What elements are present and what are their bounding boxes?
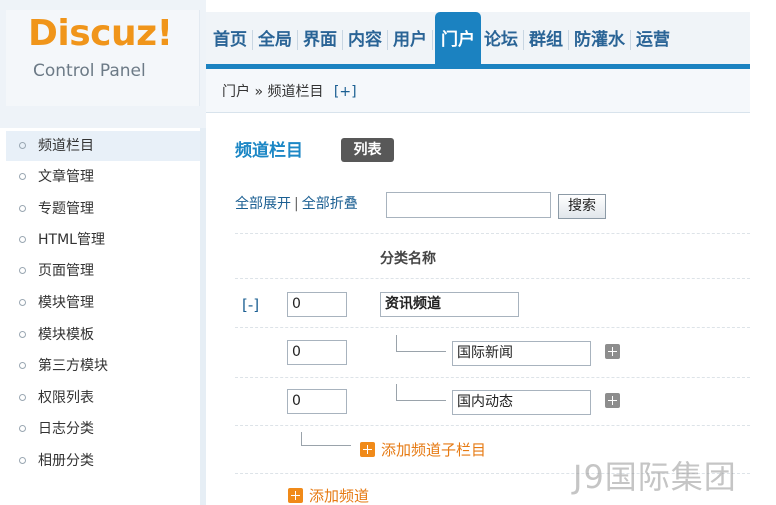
breadcrumb-add-shortcut[interactable]: [+] [334,84,357,100]
tree-branch-line [301,432,351,446]
sidebar-item-third-party-blocks[interactable]: 第三方模块 [6,351,200,381]
sidebar-item-label: 模块模板 [38,327,94,343]
sidebar-item-html[interactable]: HTML管理 [6,225,200,255]
sidebar-item-label: 相册分类 [38,453,94,469]
nav-separator [630,30,631,50]
sidebar-item-label: 专题管理 [38,201,94,217]
category-name-input[interactable]: 国内动态 [452,390,591,415]
nav-global[interactable]: 全局 [255,12,295,68]
sidebar-item-articles[interactable]: 文章管理 [6,162,200,192]
add-icon [288,488,303,503]
bullet-icon [19,299,26,306]
tab-list[interactable]: 列表 [341,138,394,162]
page-title: 频道栏目 [235,141,303,161]
bullet-icon [19,425,26,432]
control-panel-label: Control Panel [33,61,146,81]
breadcrumb: 门户 » 频道栏目 [+] [206,69,750,113]
order-input[interactable]: 0 [287,292,347,317]
nav-users[interactable]: 用户 [390,12,430,68]
sidebar-item-label: 第三方模块 [38,358,108,374]
bullet-icon [19,331,26,338]
search-input[interactable] [386,192,551,218]
nav-separator [252,30,253,50]
nav-operations[interactable]: 运营 [633,12,673,68]
sidebar-item-pages[interactable]: 页面管理 [6,256,200,286]
row-divider [235,278,750,279]
watermark: J9国际集团 [573,458,737,496]
tree-branch-line [396,335,446,352]
nav-interface[interactable]: 界面 [300,12,340,68]
nav-separator [297,30,298,50]
sidebar-item-block-templates[interactable]: 模块模板 [6,320,200,350]
add-child-icon[interactable] [605,344,620,359]
category-name-input[interactable]: 资讯频道 [380,292,519,317]
add-channel-label: 添加频道 [309,487,370,505]
nav-groups[interactable]: 群组 [526,12,566,68]
sidebar-item-topics[interactable]: 专题管理 [6,194,200,224]
tree-branch-line [396,384,446,401]
sidebar-item-label: HTML管理 [38,232,105,248]
sidebar-item-blocks[interactable]: 模块管理 [6,288,200,318]
nav-forum[interactable]: 论坛 [481,12,521,68]
sidebar-item-label: 频道栏目 [38,138,94,154]
add-sub-channel-link[interactable]: 添加频道子栏目 [360,439,486,460]
add-channel-link[interactable]: 添加频道 [288,485,369,505]
nav-home[interactable]: 首页 [210,12,250,68]
row-divider [235,327,750,328]
nav-separator [342,30,343,50]
sidebar-item-blog-categories[interactable]: 日志分类 [6,414,200,444]
bullet-icon [19,267,26,274]
order-input[interactable]: 0 [287,340,347,365]
discuz-logo: Discuz! [28,13,173,54]
collapse-all-link[interactable]: 全部折叠 [302,196,358,212]
sidebar-item-label: 权限列表 [38,390,94,406]
add-child-icon[interactable] [605,393,620,408]
sidebar-item-label: 页面管理 [38,263,94,279]
sidebar-item-label: 日志分类 [38,421,94,437]
expand-all-link[interactable]: 全部展开 [235,196,291,212]
bullet-icon [19,173,26,180]
sidebar-item-album-categories[interactable]: 相册分类 [6,446,200,476]
top-nav: 首页 全局 界面 内容 用户 门户 论坛 群组 防灌水 运营 [206,12,750,68]
logo-area: Discuz! Control Panel [0,0,206,128]
nav-separator [387,30,388,50]
sidebar-item-permissions[interactable]: 权限列表 [6,383,200,413]
row-divider [235,233,750,234]
bullet-icon [19,142,26,149]
nav-anti-spam[interactable]: 防灌水 [571,12,628,68]
bullet-icon [19,457,26,464]
sidebar-item-channels[interactable]: 频道栏目 [6,131,200,161]
main-content: 频道栏目 列表 全部展开 | 全部折叠 搜索 分类名称 [-] 0 资讯频道 0 国… [206,128,750,505]
search-button[interactable]: 搜索 [558,194,606,219]
bullet-icon [19,394,26,401]
column-header-category-name: 分类名称 [380,251,436,267]
nav-separator [568,30,569,50]
nav-portal[interactable]: 门户 [435,12,481,68]
sidebar-item-label: 文章管理 [38,169,94,185]
collapse-toggle[interactable]: [-] [242,296,259,314]
nav-content[interactable]: 内容 [345,12,385,68]
row-divider [235,425,750,426]
toolbar-separator: | [294,196,299,212]
row-divider [235,377,750,378]
add-sub-channel-label: 添加频道子栏目 [381,441,487,459]
category-name-input[interactable]: 国际新闻 [452,341,591,366]
nav-separator [432,30,433,50]
add-icon [360,442,375,457]
breadcrumb-text: 门户 » 频道栏目 [222,84,324,100]
bullet-icon [19,362,26,369]
nav-separator [523,30,524,50]
order-input[interactable]: 0 [287,389,347,414]
bullet-icon [19,205,26,212]
bullet-icon [19,236,26,243]
sidebar-item-label: 模块管理 [38,295,94,311]
tree-toolbar: 全部展开 | 全部折叠 [235,193,358,213]
